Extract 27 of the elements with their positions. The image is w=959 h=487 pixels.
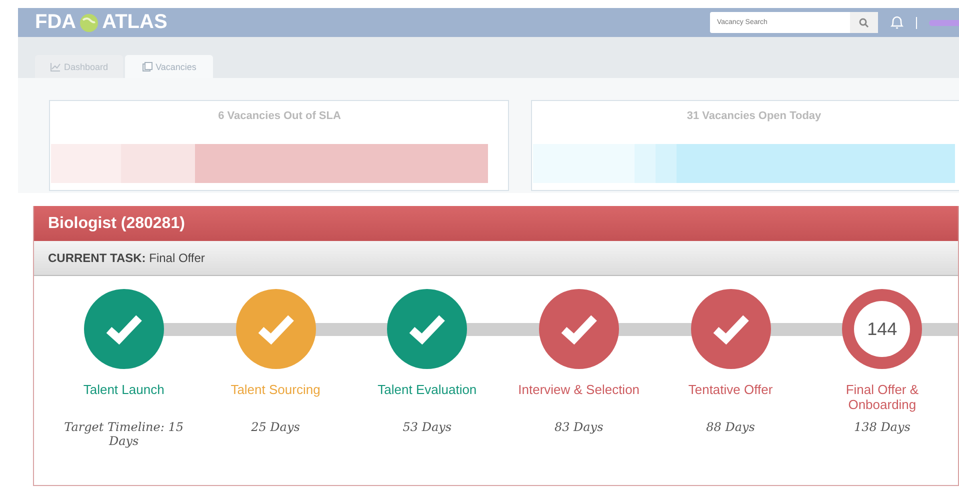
position-title: Biologist (280281) [34, 206, 958, 241]
day-count: 144 [854, 301, 910, 357]
chart-icon [50, 62, 61, 72]
bell-icon[interactable] [890, 15, 904, 30]
search-button[interactable] [850, 12, 878, 33]
step-days: 25 Days [210, 420, 340, 434]
step-label: Tentative Offer [687, 382, 774, 399]
step-label: Talent Launch [82, 382, 166, 399]
globe-icon [79, 12, 100, 32]
search-icon [859, 18, 869, 28]
current-task: CURRENT TASK: Final Offer [48, 251, 205, 265]
step-label: Final Offer & Onboarding [844, 382, 920, 414]
user-name-bar[interactable] [929, 20, 959, 26]
step-days: 83 Days [514, 420, 644, 434]
step-days: 88 Days [666, 420, 796, 434]
logo: FDA ATLAS [35, 11, 168, 34]
tab[interactable]: Vacancies [125, 55, 213, 78]
card-title: 6 Vacancies Out of SLA [217, 109, 342, 124]
step-days: Target Timeline: 15 Days [58, 420, 189, 448]
step-label: Talent Sourcing [230, 382, 322, 399]
step-days: 138 Days [817, 420, 948, 434]
step-label: Interview & Selection [517, 382, 641, 399]
step-days: 53 Days [362, 420, 492, 434]
tab[interactable]: Dashboard [35, 55, 123, 78]
step-label: Talent Evaluation [376, 382, 478, 399]
document-icon [142, 62, 153, 72]
card-title: 31 Vacancies Open Today [686, 109, 822, 124]
